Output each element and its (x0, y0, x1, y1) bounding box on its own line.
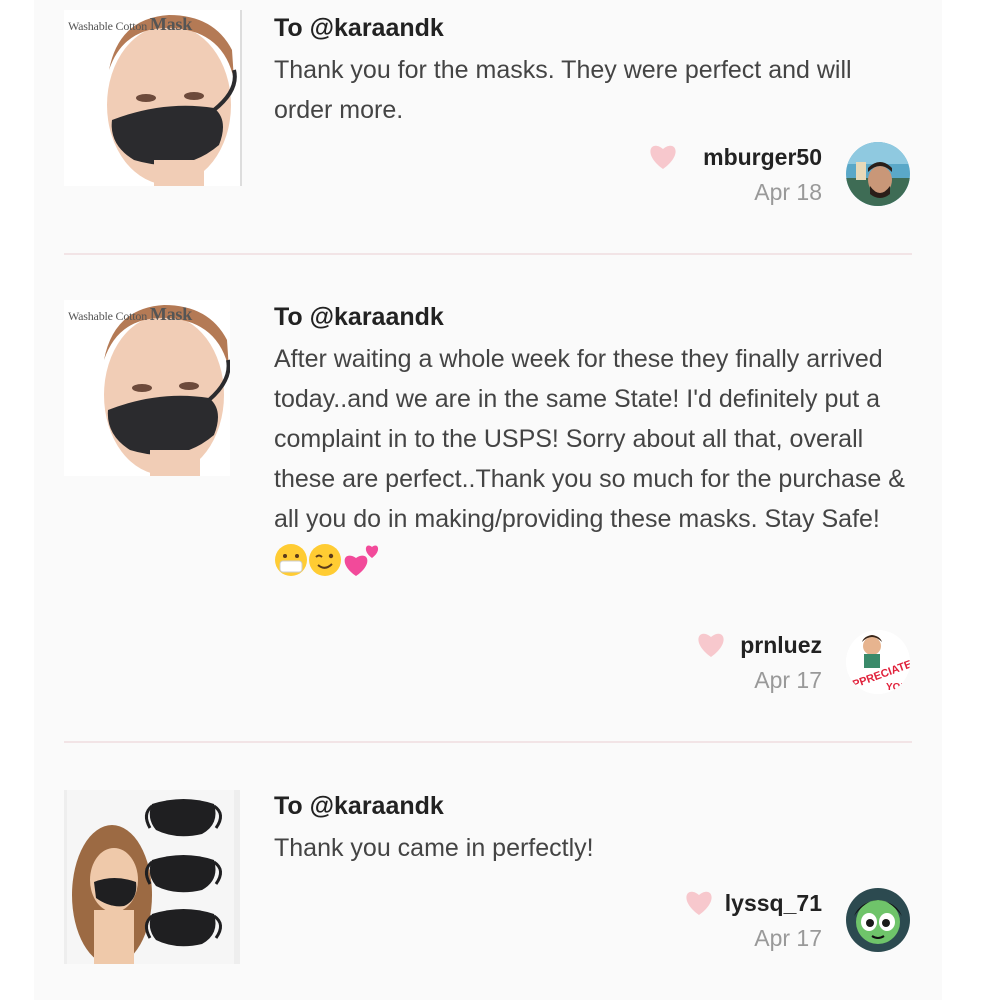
reviewer-avatar[interactable]: PPRECIATE YOU (846, 630, 910, 694)
face-with-medical-mask-icon (275, 544, 307, 577)
review-text: Thank you came in perfectly! (274, 834, 594, 862)
reviewer-username[interactable]: lyssq_71 (725, 890, 822, 917)
svg-text:YOU: YOU (886, 682, 908, 693)
review-date: Apr 17 (754, 667, 822, 693)
review-text: After waiting a whole week for these the… (274, 339, 914, 579)
reviewer-avatar[interactable] (846, 888, 910, 952)
recipient-handle[interactable]: @karaandk (310, 303, 444, 331)
review-text-content: After waiting a whole week for these the… (274, 345, 905, 533)
recipient-handle[interactable]: @karaandk (310, 14, 444, 42)
reviewer-avatar[interactable] (846, 142, 910, 206)
recipient-line: To @karaandk (274, 792, 444, 820)
recipient-line: To @karaandk (274, 303, 444, 331)
reviews-panel: Washable Cotton Mask To @karaandk Thank … (34, 0, 942, 1000)
winking-face-icon (309, 544, 341, 577)
two-hearts-icon (344, 545, 379, 577)
review-text: Thank you for the masks. They were perfe… (274, 56, 852, 124)
heart-icon[interactable] (696, 630, 726, 658)
recipient-line: To @karaandk (274, 14, 444, 42)
reviewer-username[interactable]: mburger50 (703, 144, 822, 171)
heart-icon[interactable] (684, 888, 714, 916)
reviewer-username[interactable]: prnluez (740, 632, 822, 659)
mask-model-image (64, 10, 240, 186)
thumbnail-caption: Washable Cotton Mask (68, 304, 193, 324)
review-date: Apr 18 (754, 179, 822, 205)
product-thumbnail[interactable]: Washable Cotton Mask (64, 300, 230, 476)
divider (64, 253, 912, 255)
divider (64, 741, 912, 743)
mask-pack-image (64, 790, 240, 964)
recipient-handle[interactable]: @karaandk (310, 792, 444, 820)
review-date: Apr 17 (754, 925, 822, 951)
thumbnail-caption: Washable Cotton Mask (68, 14, 193, 34)
heart-icon[interactable] (648, 142, 678, 170)
product-thumbnail[interactable]: Washable Cotton Mask (64, 10, 242, 186)
product-thumbnail[interactable] (64, 790, 240, 964)
mask-model-image (64, 300, 230, 476)
